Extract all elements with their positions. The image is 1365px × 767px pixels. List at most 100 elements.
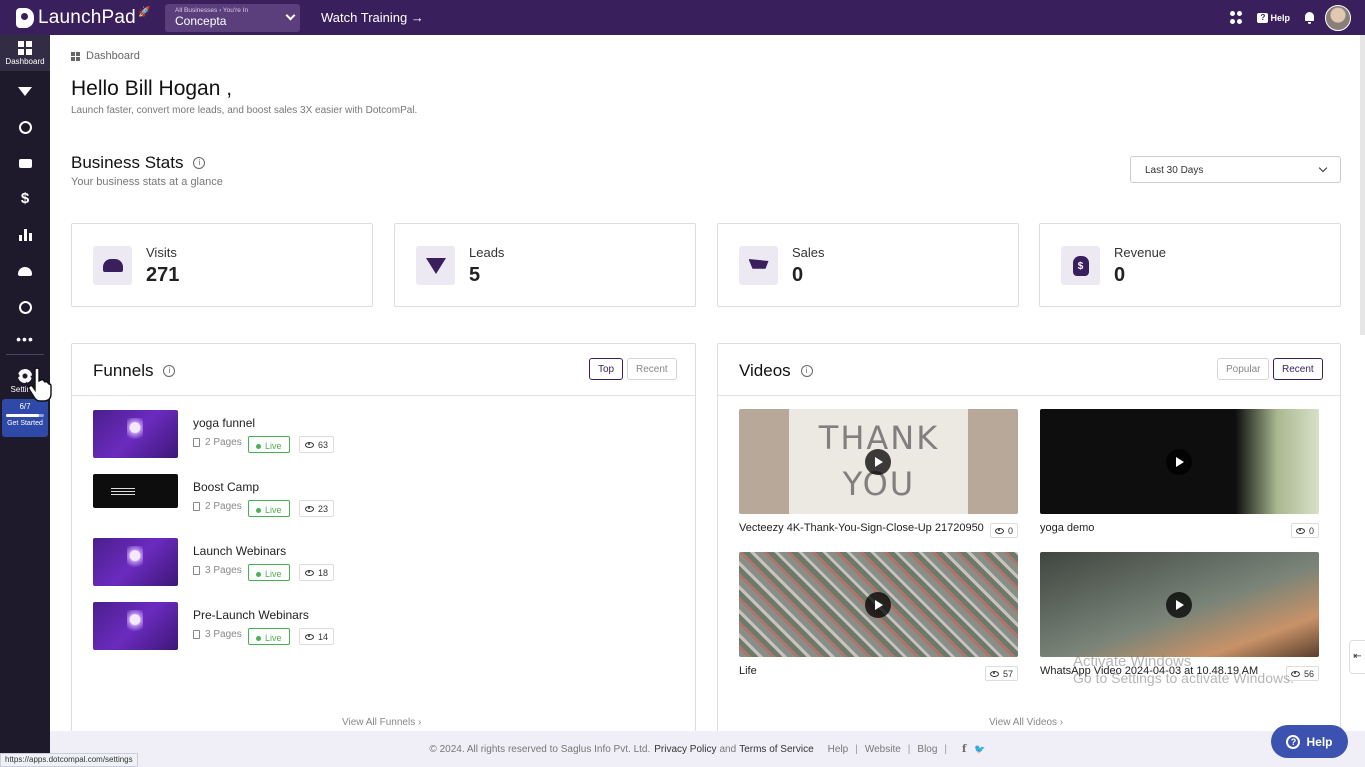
globe-icon: [18, 120, 32, 134]
page-icon: [193, 566, 200, 575]
stat-value: 5: [469, 264, 481, 286]
play-icon[interactable]: [865, 592, 891, 618]
footer-separator: |: [855, 743, 858, 755]
video-card[interactable]: yoga demo 0: [1040, 409, 1319, 538]
sidebar-item-funnels[interactable]: [0, 73, 50, 109]
facebook-icon[interactable]: f: [962, 744, 966, 755]
scrollbar[interactable]: [1360, 35, 1365, 335]
sidebar-item-contacts[interactable]: [0, 253, 50, 289]
stat-value: 0: [1114, 264, 1126, 286]
play-icon[interactable]: [1166, 449, 1192, 475]
more-icon: •••: [16, 331, 34, 347]
footer-separator: |: [907, 743, 911, 755]
sidebar-item-performance[interactable]: [0, 289, 50, 325]
dollar-icon: $: [20, 190, 30, 207]
sidebar-item-payments[interactable]: $: [0, 181, 50, 217]
page-icon: [193, 438, 200, 447]
funnel-name[interactable]: Launch Webinars: [193, 544, 286, 558]
get-started-progress[interactable]: 6/7 Get Started: [2, 399, 48, 437]
stat-label: Revenue: [1114, 245, 1167, 260]
video-card[interactable]: Vecteezy 4K-Thank-You-Sign-Close-Up 2172…: [739, 409, 1018, 538]
footer-help-link[interactable]: Help: [828, 744, 849, 755]
collapse-side-tab[interactable]: ⇤: [1349, 640, 1365, 674]
privacy-policy-link[interactable]: Privacy Policy: [654, 744, 716, 755]
eye-icon: [305, 633, 314, 640]
funnel-name[interactable]: yoga funnel: [193, 416, 255, 430]
view-all-videos-link[interactable]: View All Videos ›: [989, 717, 1063, 728]
funnel-icon: [18, 86, 32, 96]
tab-top[interactable]: Top: [589, 358, 624, 380]
funnel-name[interactable]: Boost Camp: [193, 480, 259, 494]
eye-icon: [305, 505, 314, 512]
video-card[interactable]: WhatsApp Video 2024-04-03 at 10.48.19 AM…: [1040, 552, 1319, 681]
video-title[interactable]: Vecteezy 4K-Thank-You-Sign-Close-Up 2172…: [739, 522, 984, 534]
views-badge: 23: [299, 500, 335, 517]
view-all-funnels-link[interactable]: View All Funnels ›: [342, 717, 421, 728]
sidebar-item-analytics[interactable]: [0, 217, 50, 253]
sidebar-item-websites[interactable]: [0, 109, 50, 145]
video-card[interactable]: Life 57: [739, 552, 1018, 681]
video-thumbnail[interactable]: [739, 552, 1018, 657]
hand-pointer-icon: [27, 367, 52, 402]
top-bar: LaunchPad 🚀 All Businesses › You're In C…: [0, 0, 1365, 35]
apps-grid-icon[interactable]: [1230, 11, 1243, 24]
info-icon[interactable]: i: [163, 365, 176, 377]
stat-card-revenue: $ Revenue 0: [1039, 223, 1341, 307]
funnel-pages: 3 Pages: [193, 565, 242, 576]
help-button[interactable]: ? Help: [1271, 725, 1348, 758]
list-item[interactable]: yoga funnel 2 Pages Live 63: [93, 410, 673, 458]
users-icon: [18, 266, 32, 276]
list-item[interactable]: Launch Webinars 3 Pages Live 18: [93, 538, 673, 586]
visits-icon: [102, 259, 123, 272]
funnel-name[interactable]: Pre-Launch Webinars: [193, 608, 309, 622]
stat-label: Visits: [146, 245, 177, 260]
help-link[interactable]: ? Help: [1257, 12, 1290, 23]
video-thumbnail[interactable]: [739, 409, 1018, 514]
business-name: Concepta: [175, 14, 227, 28]
info-icon[interactable]: i: [193, 157, 206, 169]
footer-website-link[interactable]: Website: [865, 744, 901, 755]
funnel-thumbnail[interactable]: [93, 474, 178, 508]
video-thumbnail[interactable]: [1040, 552, 1319, 657]
avatar[interactable]: [1325, 4, 1351, 31]
tab-recent[interactable]: Recent: [1273, 358, 1323, 380]
stat-card-sales: Sales 0: [717, 223, 1019, 307]
gauge-icon: [18, 300, 32, 314]
stat-value: 0: [792, 264, 804, 286]
views-badge: 63: [299, 436, 335, 453]
watch-training-link[interactable]: Watch Training →: [321, 10, 424, 25]
footer-blog-link[interactable]: Blog: [917, 744, 937, 755]
list-item[interactable]: Pre-Launch Webinars 3 Pages Live 14: [93, 602, 673, 650]
bell-icon[interactable]: [1304, 11, 1315, 24]
stat-label: Leads: [469, 245, 505, 260]
terms-link[interactable]: Terms of Service: [739, 744, 813, 755]
tab-recent[interactable]: Recent: [627, 358, 677, 380]
video-title[interactable]: Life: [739, 665, 757, 677]
funnel-thumbnail[interactable]: [93, 410, 178, 458]
help-label: Help: [1270, 12, 1290, 23]
breadcrumb-current[interactable]: Dashboard: [86, 50, 140, 62]
play-icon[interactable]: [865, 449, 891, 475]
launchpad-logo[interactable]: LaunchPad 🚀: [16, 7, 150, 29]
list-item[interactable]: Boost Camp 2 Pages Live 23: [93, 474, 673, 522]
funnels-heading: Funnels: [93, 361, 154, 380]
business-selector[interactable]: All Businesses › You're In Concepta: [165, 4, 300, 32]
status-badge: Live: [248, 500, 290, 517]
video-title[interactable]: yoga demo: [1040, 522, 1094, 534]
info-icon[interactable]: i: [800, 365, 813, 377]
tab-popular[interactable]: Popular: [1217, 358, 1270, 380]
sidebar-item-dashboard[interactable]: Dashboard: [0, 35, 50, 71]
sidebar-item-more[interactable]: •••: [0, 321, 50, 357]
funnel-pages: 2 Pages: [193, 501, 242, 512]
live-dot-icon: [256, 443, 261, 449]
status-bar-url: https://apps.dotcompal.com/settings: [0, 753, 138, 767]
date-range-select[interactable]: Last 30 Days: [1130, 156, 1341, 183]
funnel-thumbnail[interactable]: [93, 538, 178, 586]
eye-icon: [305, 569, 314, 576]
sidebar-item-videos[interactable]: [0, 145, 50, 181]
funnel-thumbnail[interactable]: [93, 602, 178, 650]
videos-title: Videos i: [739, 361, 813, 381]
play-icon[interactable]: [1166, 592, 1192, 618]
twitter-icon[interactable]: 🐦: [974, 744, 985, 755]
video-thumbnail[interactable]: [1040, 409, 1319, 514]
